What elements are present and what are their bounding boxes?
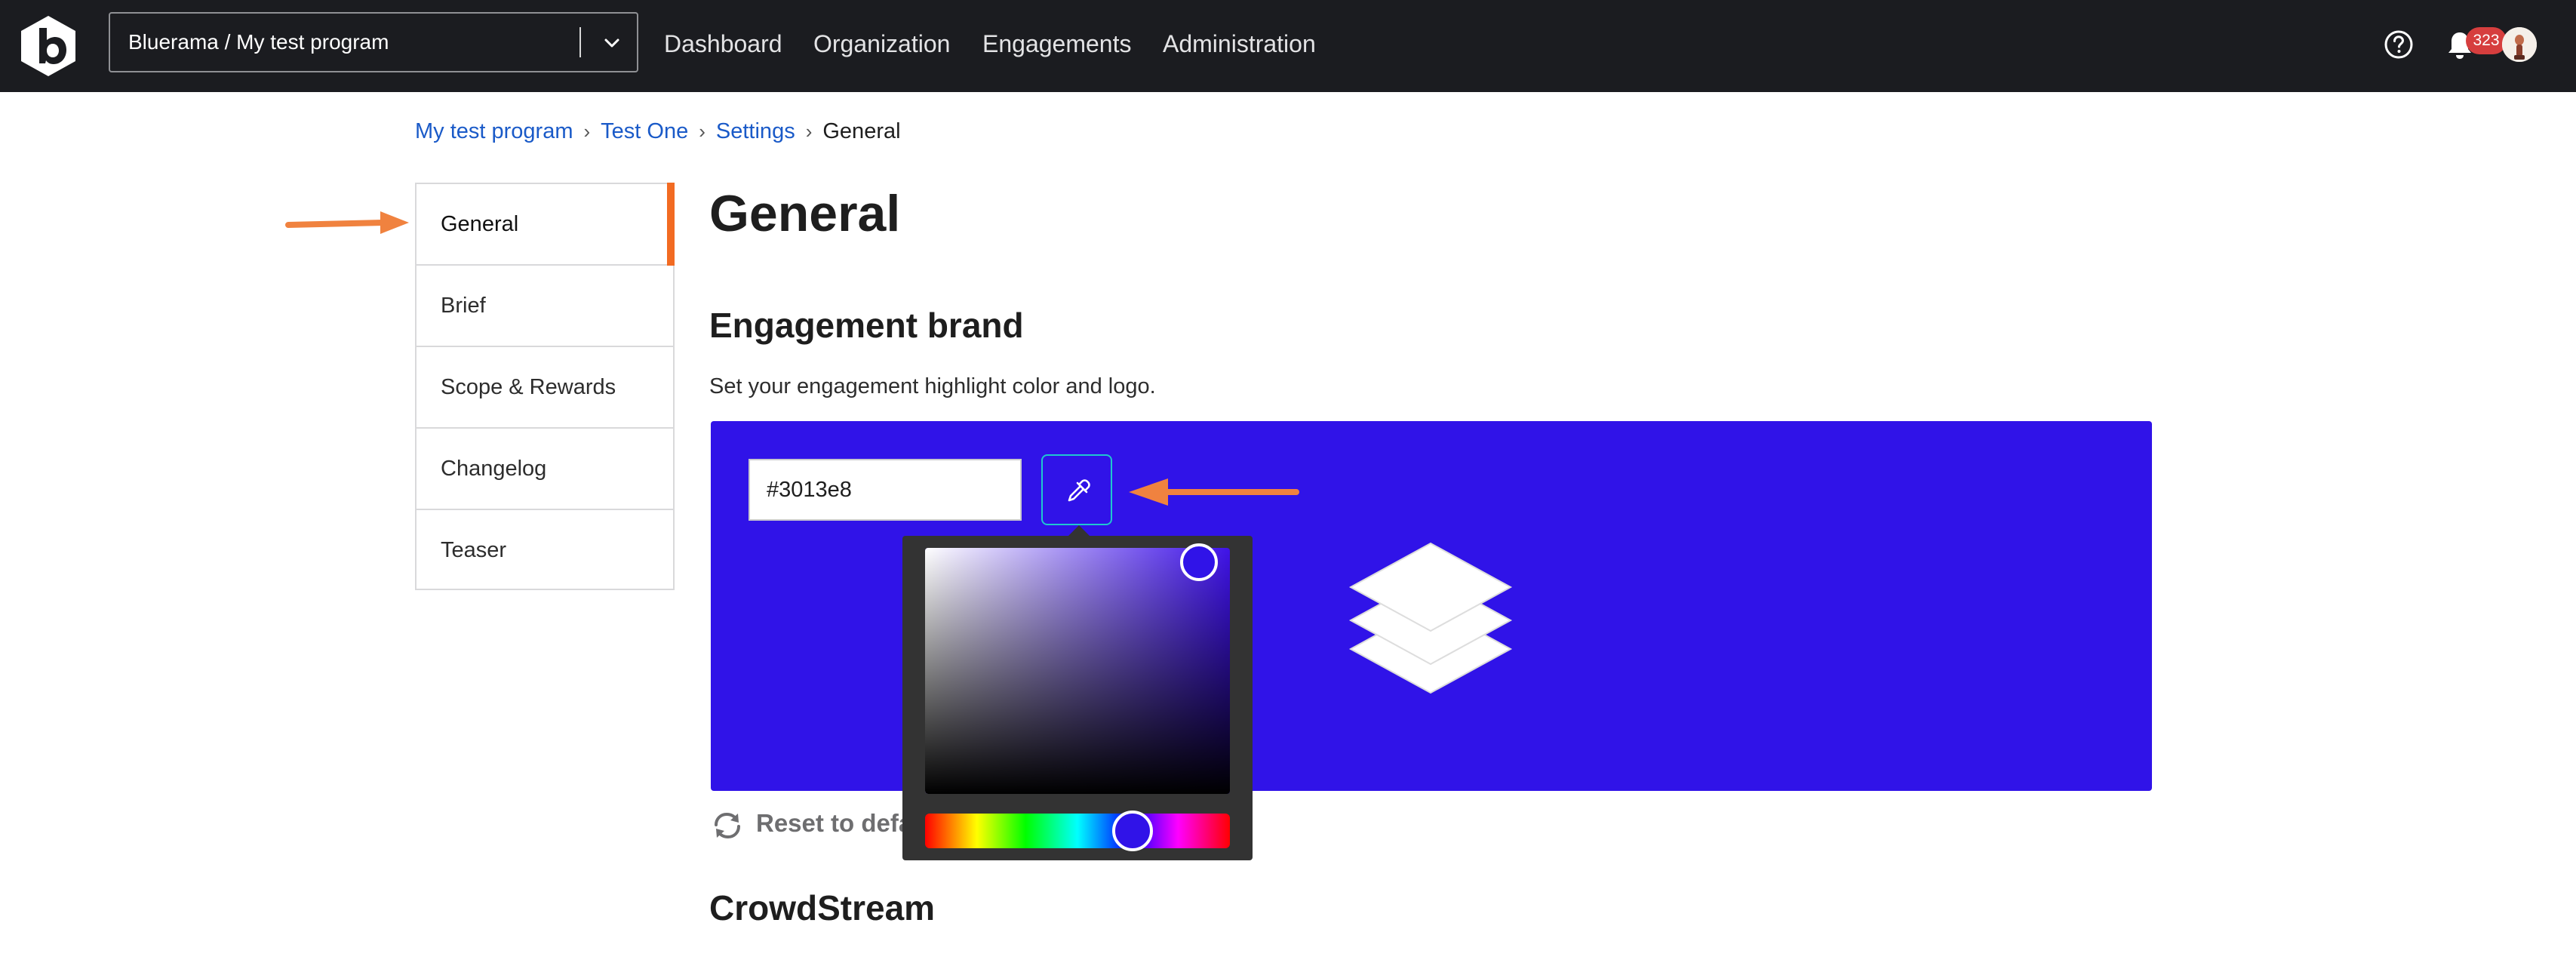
side-menu-item-label: Changelog [441, 457, 547, 481]
chevron-down-icon[interactable] [599, 30, 625, 56]
notification-count-badge[interactable]: 323 [2466, 27, 2507, 54]
nav-administration[interactable]: Administration [1163, 0, 1316, 88]
help-icon[interactable] [2383, 29, 2415, 60]
saturation-handle[interactable] [1180, 543, 1218, 581]
refresh-icon [715, 812, 740, 839]
breadcrumb-link-engagement[interactable]: Test One [601, 119, 688, 143]
breadcrumb-separator-icon: › [805, 120, 813, 143]
side-menu-item-general[interactable]: General [417, 183, 675, 266]
side-menu-item-teaser[interactable]: Teaser [417, 510, 673, 592]
program-selector[interactable]: Bluerama / My test program [109, 12, 638, 72]
breadcrumb-separator-icon: › [583, 120, 591, 143]
breadcrumb-link-program[interactable]: My test program [415, 119, 573, 143]
nav-engagements[interactable]: Engagements [982, 0, 1131, 88]
selector-divider [579, 27, 581, 57]
breadcrumb: My test program › Test One › Settings › Genera… [415, 119, 901, 144]
active-indicator [667, 183, 675, 266]
page-title: General [709, 185, 901, 242]
engagement-brand-heading: Engagement brand [709, 306, 1024, 345]
settings-side-menu: General Brief Scope & Rewards Changelog … [415, 183, 675, 590]
breadcrumb-current: General [822, 119, 901, 143]
eyedropper-icon [1068, 479, 1090, 502]
breadcrumb-separator-icon: › [699, 120, 705, 143]
hue-slider[interactable] [925, 814, 1230, 848]
top-navigation-bar: Bluerama / My test program Dashboard Org… [0, 0, 2576, 92]
engagement-brand-description: Set your engagement highlight color and … [709, 374, 1156, 398]
brand-color-hex-input[interactable] [749, 459, 1022, 521]
side-menu-item-label: Scope & Rewards [441, 375, 616, 399]
saturation-brightness-area[interactable] [925, 548, 1230, 794]
user-avatar[interactable] [2502, 27, 2537, 62]
program-selector-label: Bluerama / My test program [128, 30, 389, 54]
bugcrowd-logo-icon[interactable] [17, 14, 80, 78]
side-menu-item-label: Brief [441, 294, 486, 318]
nav-organization[interactable]: Organization [813, 0, 950, 88]
annotation-arrow-icon [1129, 478, 1299, 506]
crowdstream-heading: CrowdStream [709, 888, 936, 927]
side-menu-item-changelog[interactable]: Changelog [417, 429, 673, 510]
side-menu-item-label: General [441, 212, 519, 236]
color-picker-button[interactable] [1041, 454, 1112, 525]
hue-handle[interactable] [1112, 811, 1153, 851]
nav-dashboard[interactable]: Dashboard [664, 0, 782, 88]
side-menu-item-brief[interactable]: Brief [417, 266, 673, 347]
annotation-arrow-icon [285, 211, 409, 234]
breadcrumb-link-settings[interactable]: Settings [716, 119, 795, 143]
layers-icon [1348, 542, 1513, 694]
side-menu-item-scope-rewards[interactable]: Scope & Rewards [417, 347, 673, 429]
side-menu-item-label: Teaser [441, 538, 507, 562]
color-picker-popover [902, 536, 1253, 860]
